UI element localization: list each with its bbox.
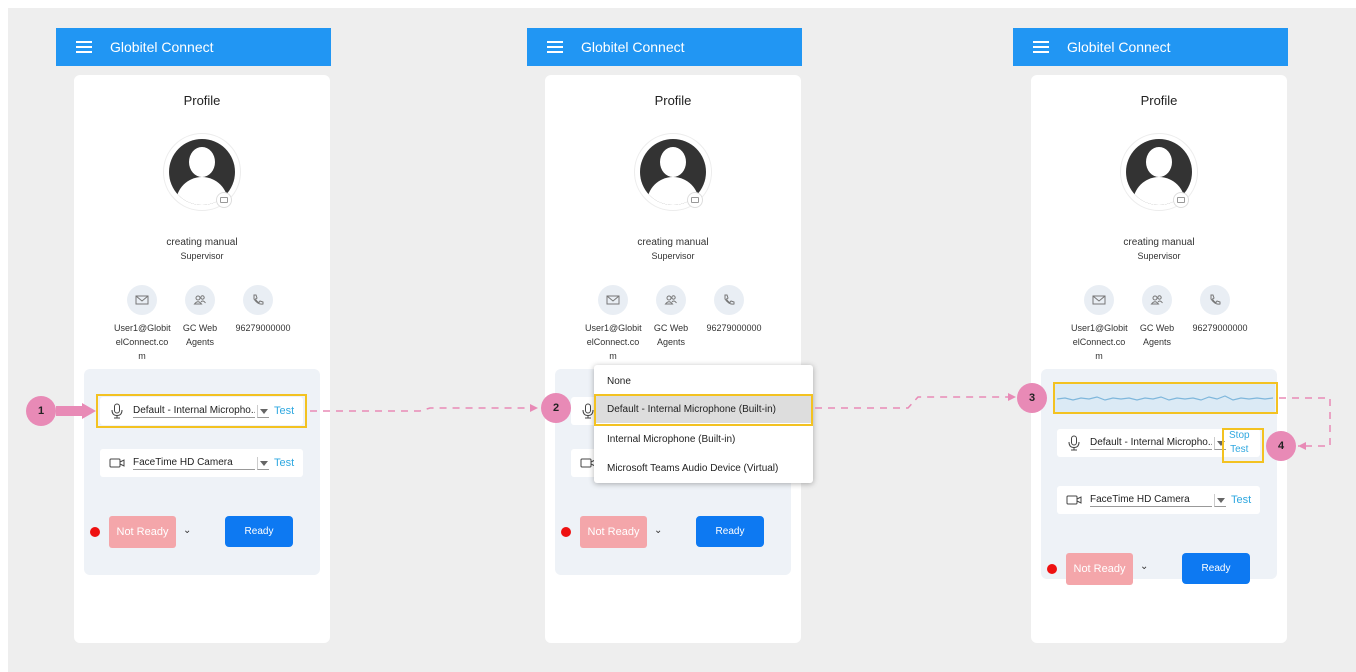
step-badge-2: 2 bbox=[541, 393, 571, 423]
step-badge-3: 3 bbox=[1017, 383, 1047, 413]
step-badge-1: 1 bbox=[26, 396, 56, 426]
step-badge-4: 4 bbox=[1266, 431, 1296, 461]
step-connectors bbox=[56, 393, 1331, 450]
